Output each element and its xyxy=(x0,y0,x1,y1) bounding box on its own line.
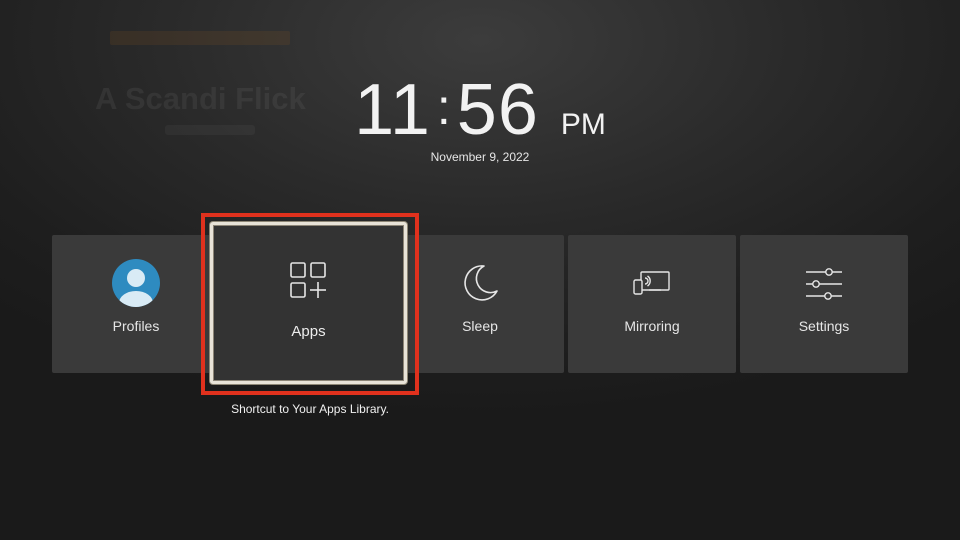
moon-icon xyxy=(460,263,500,308)
apps-tile-caption: Shortcut to Your Apps Library. xyxy=(231,402,389,416)
profile-avatar-icon xyxy=(112,259,160,312)
tile-profiles-label: Profiles xyxy=(112,318,160,334)
tile-settings-label: Settings xyxy=(798,318,850,334)
tile-apps-label: Apps xyxy=(291,323,326,340)
screen-mirroring-icon xyxy=(633,269,671,302)
apps-grid-icon xyxy=(289,261,329,306)
tile-mirroring-label: Mirroring xyxy=(624,318,680,334)
tile-profiles[interactable]: Profiles xyxy=(52,235,220,373)
tile-mirroring[interactable]: Mirroring xyxy=(568,235,736,373)
tile-sleep[interactable]: Sleep xyxy=(396,235,564,373)
clock: 11 : 56 PM xyxy=(0,70,960,150)
tile-settings[interactable]: Settings xyxy=(740,235,908,373)
promo-banner-strip xyxy=(110,31,290,45)
tile-apps[interactable]: Apps xyxy=(210,222,407,384)
tile-sleep-label: Sleep xyxy=(462,318,498,334)
clock-hours: 11 xyxy=(354,70,431,150)
clock-time: 11 : 56 PM xyxy=(354,70,606,150)
fire-tv-quick-menu-screen: A Scandi Flick 11 : 56 PM November 9, 20… xyxy=(0,0,960,540)
clock-colon: : xyxy=(436,79,451,135)
date-label: November 9, 2022 xyxy=(430,150,530,164)
clock-minutes: 56 xyxy=(456,70,539,150)
sliders-icon xyxy=(804,267,844,306)
clock-ampm: PM xyxy=(560,108,606,141)
